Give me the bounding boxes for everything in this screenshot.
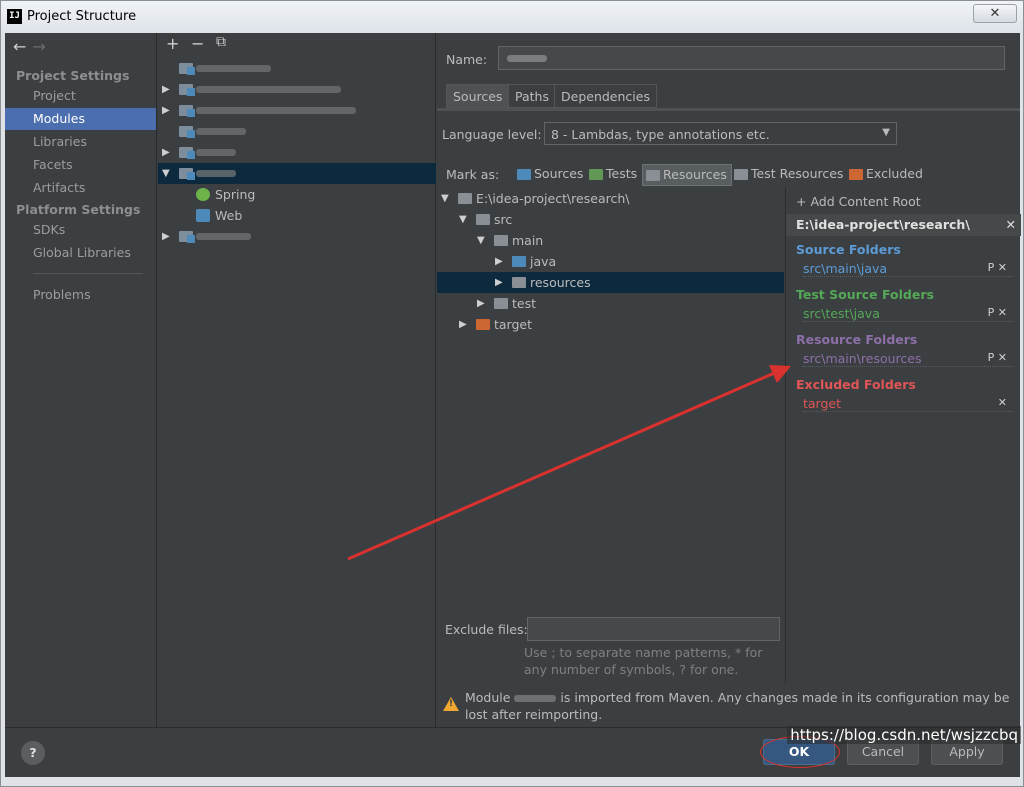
annotation-arrow — [347, 365, 791, 561]
watermark: https://blog.csdn.net/wsjzzcbq — [787, 726, 1021, 744]
arrow-shaft — [347, 369, 780, 561]
project-structure-window: IJ Project Structure ✕ ← → Project Settin… — [0, 0, 1024, 787]
